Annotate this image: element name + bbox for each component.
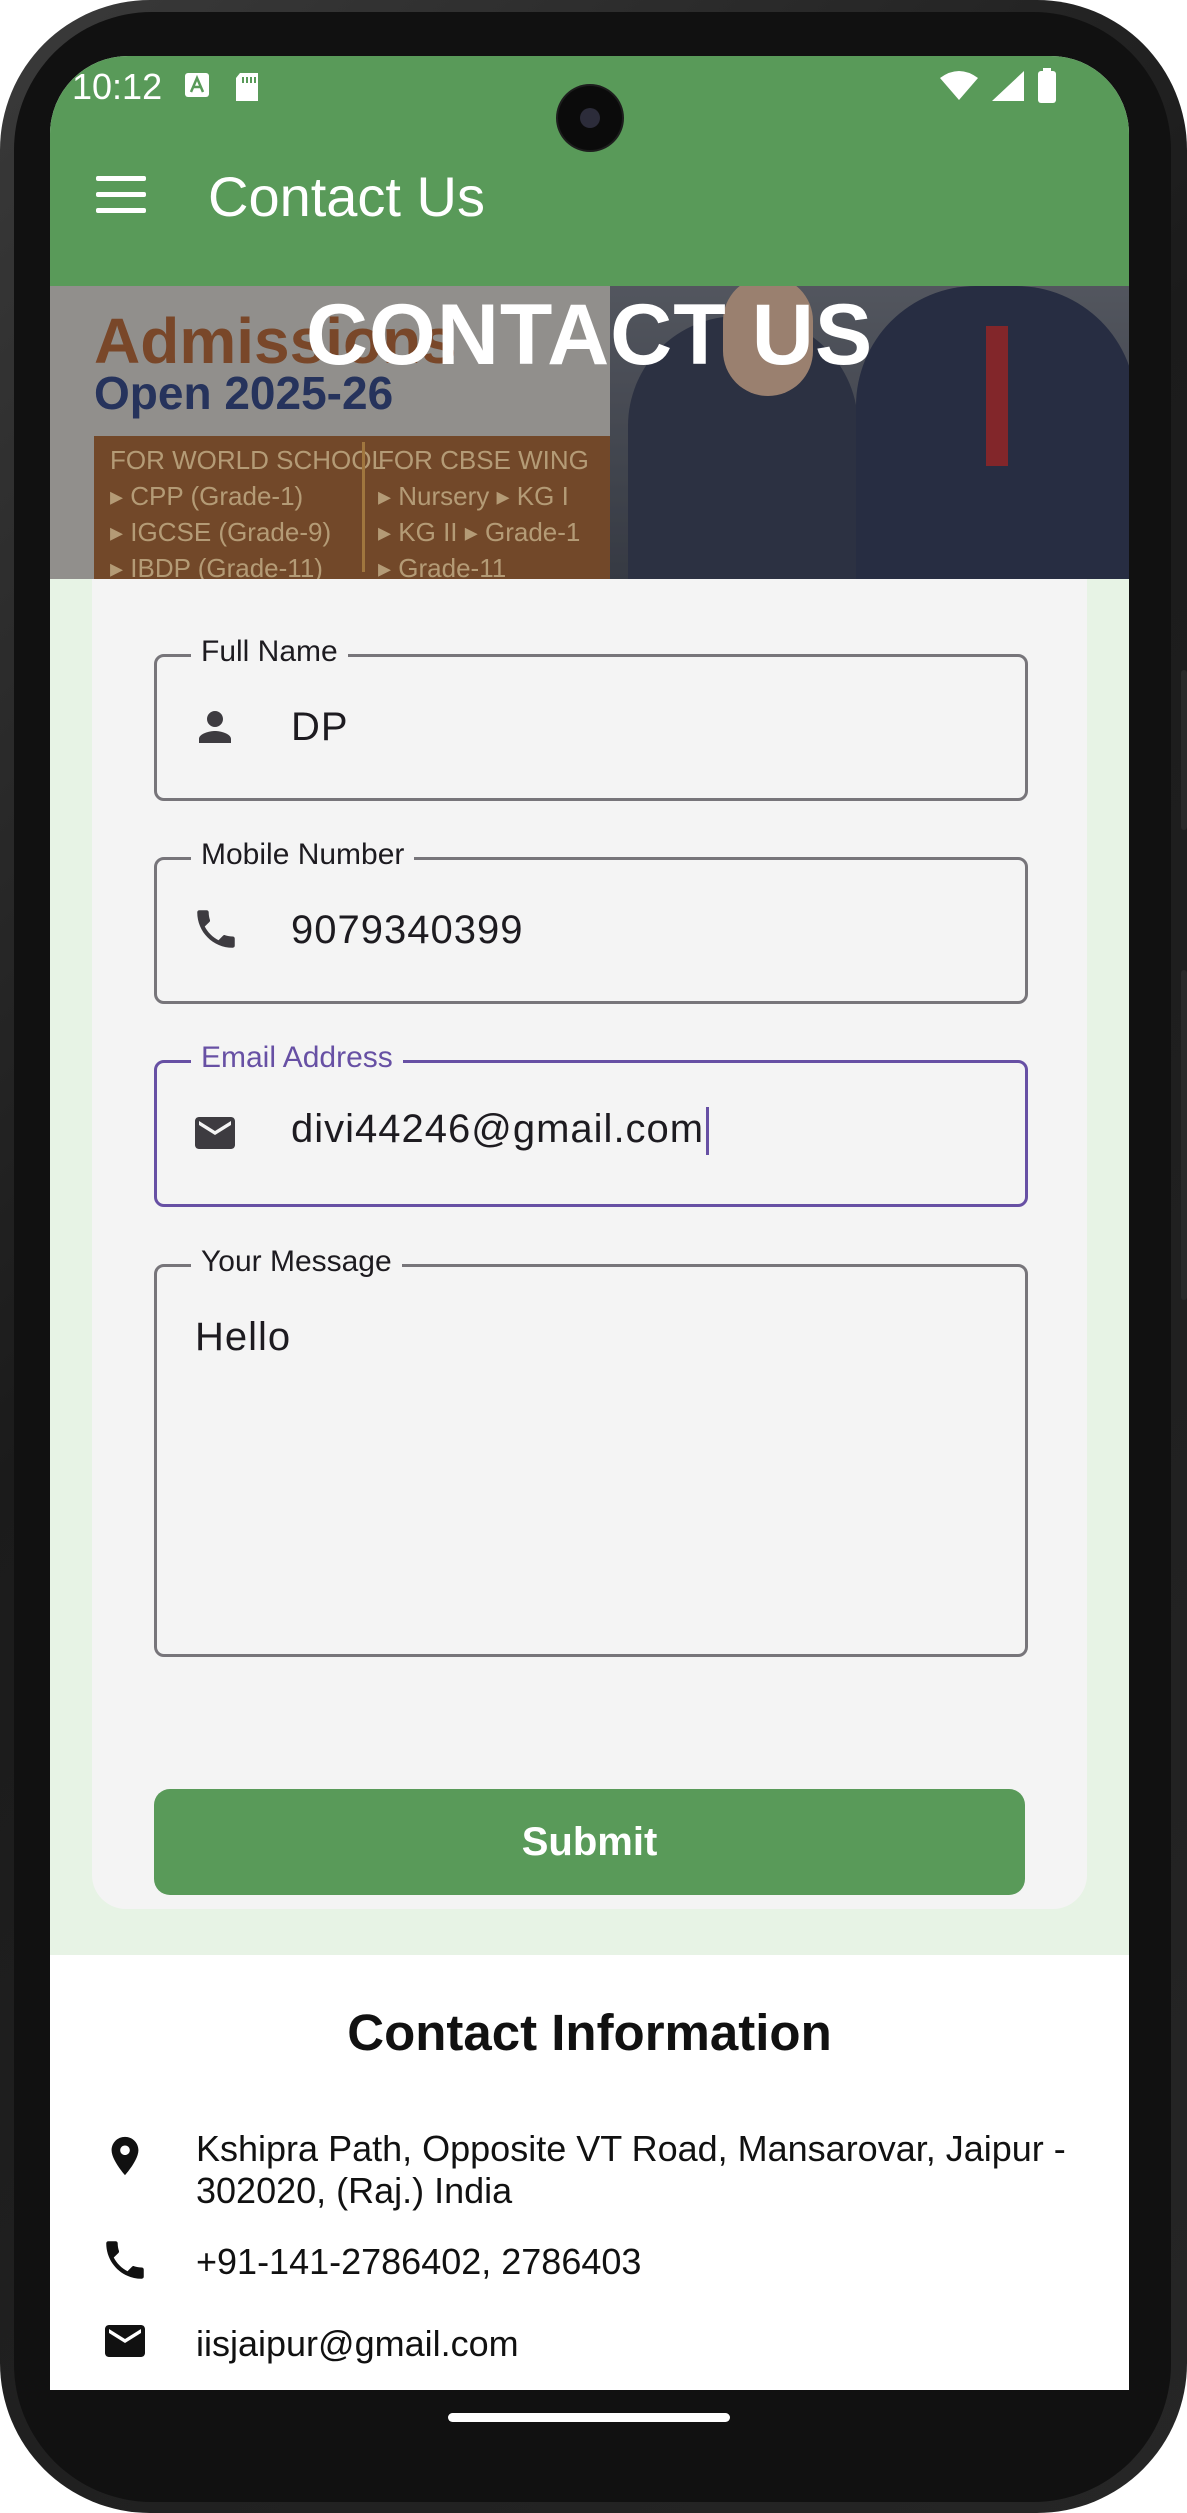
address-text: Kshipra Path, Opposite VT Road, Mansarov… (196, 2128, 1066, 2211)
mobile-number-label: Mobile Number (191, 838, 415, 872)
email-icon (195, 1117, 235, 1149)
email-address-input[interactable]: divi44246@gmail.com (291, 1107, 710, 1156)
banner-image: Admissions Open 2025-26 FOR WORLD SCHOOL… (50, 286, 1129, 579)
message-label: Your Message (191, 1245, 402, 1279)
banner-heading: CONTACT US (305, 287, 874, 383)
phone-icon (197, 910, 235, 948)
font-notification-icon (185, 73, 209, 97)
message-field[interactable]: Your Message Hello (154, 1245, 1028, 1657)
sd-card-icon (236, 73, 258, 101)
front-camera (558, 86, 622, 150)
status-time: 10:12 (72, 66, 163, 107)
phone-row: +91-141-2786402, 2786403 (98, 2235, 1076, 2285)
phone-icon (106, 2241, 144, 2279)
contact-information-section: Contact Information Kshipra Path, Opposi… (50, 1955, 1129, 2390)
screen: 10:12 Contact Us Admissions Open 2025-26 (50, 56, 1129, 2390)
menu-icon[interactable] (96, 176, 146, 216)
status-system-icons (939, 68, 1057, 104)
full-name-label: Full Name (191, 635, 348, 669)
app-title: Contact Us (208, 165, 485, 228)
contact-information-title: Contact Information (347, 2004, 832, 2061)
email-address-field[interactable]: Email Address divi44246@gmail.com (154, 1041, 1028, 1207)
phone-text[interactable]: +91-141-2786402, 2786403 (196, 2241, 1076, 2283)
email-address-label: Email Address (191, 1041, 403, 1075)
submit-button[interactable]: Submit (154, 1789, 1025, 1895)
email-address-value: divi44246@gmail.com (291, 1107, 705, 1151)
email-text[interactable]: iisjaipur@gmail.com (196, 2323, 1076, 2365)
full-name-field[interactable]: Full Name DP (154, 635, 1028, 801)
email-row: iisjaipur@gmail.com (98, 2317, 1076, 2365)
form-section: Full Name DP Mobile Number 9079340399 Em… (50, 579, 1129, 1955)
signal-icon (992, 71, 1024, 101)
person-icon (199, 711, 231, 743)
mobile-number-input[interactable]: 9079340399 (291, 908, 523, 953)
mobile-number-field[interactable]: Mobile Number 9079340399 (154, 838, 1028, 1004)
email-icon (105, 2325, 145, 2357)
home-indicator[interactable] (448, 2413, 730, 2422)
location-pin-icon (111, 2136, 139, 2176)
power-button (1181, 670, 1187, 830)
battery-icon (1038, 68, 1056, 103)
message-input[interactable]: Hello (195, 1315, 291, 1360)
full-name-input[interactable]: DP (291, 705, 349, 750)
wifi-icon (940, 71, 978, 100)
status-notifications (184, 72, 260, 102)
text-cursor (706, 1107, 710, 1156)
volume-button (1181, 970, 1187, 1300)
contact-form-card: Full Name DP Mobile Number 9079340399 Em… (92, 579, 1087, 1909)
phone-frame: 10:12 Contact Us Admissions Open 2025-26 (0, 0, 1187, 2513)
address-row: Kshipra Path, Opposite VT Road, Mansarov… (98, 2128, 1076, 2212)
